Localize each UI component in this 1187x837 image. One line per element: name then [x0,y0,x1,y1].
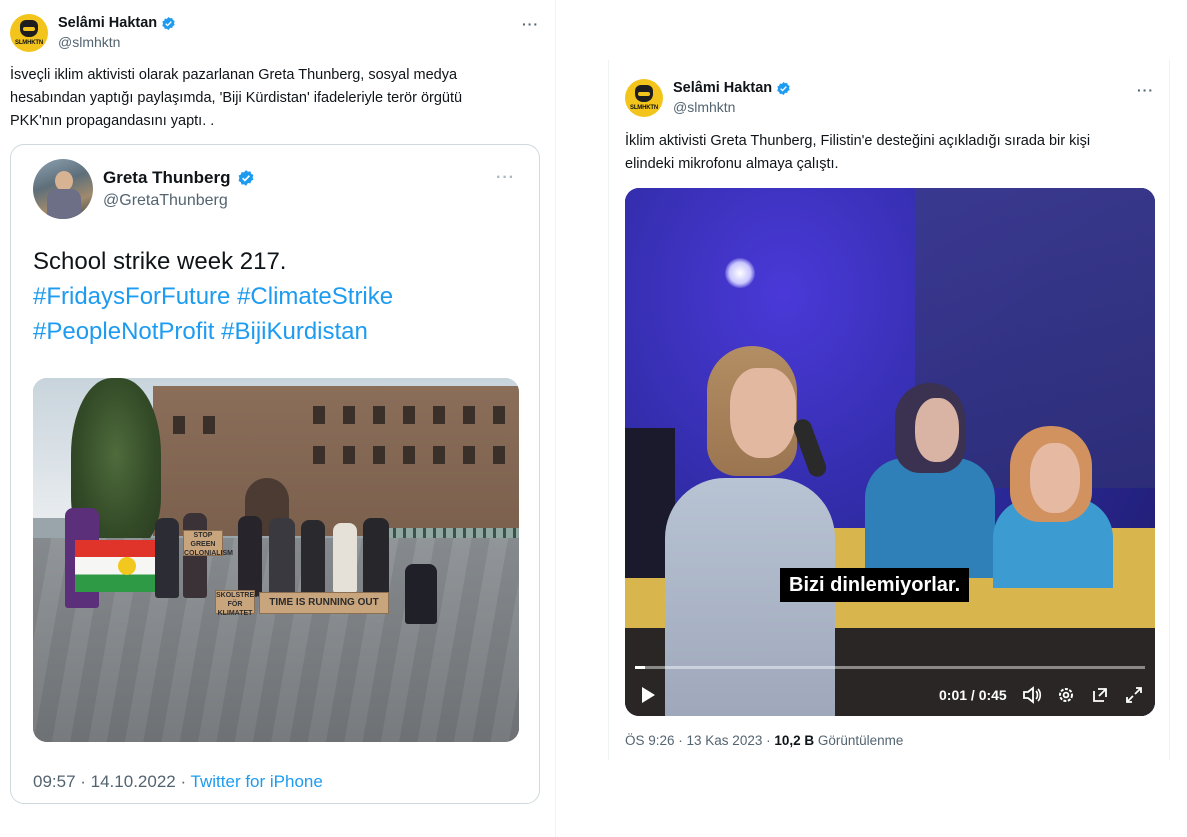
tweet-text-line: elindeki mikrofonu almaya çalıştı. [625,156,839,172]
protest-sign: TIME IS RUNNING OUT [259,592,389,614]
hashtag: #FridaysForFuture [33,283,231,310]
embed-source: Twitter for iPhone [190,772,323,791]
author-name-text[interactable]: Selâmi Haktan [58,15,157,31]
hashtag: #BijiKurdistan [221,318,368,345]
more-options-icon[interactable]: ··· [1137,82,1154,98]
verified-icon [162,16,175,30]
author-name[interactable]: Selâmi Haktan [673,80,791,96]
tweet-author[interactable]: SLMHKTN Selâmi Haktan @slmhktn [625,79,791,117]
tweet-author[interactable]: SLMHKTN Selâmi Haktan @slmhktn [10,14,176,52]
protest-sign: STOP GREEN COLONIALISM [183,530,233,557]
stage-light [725,258,755,288]
settings-icon[interactable] [1055,684,1077,706]
hashtag: #ClimateStrike [237,283,394,310]
tweet-text-line: PKK'nın propagandasını yaptı. . [10,113,215,129]
protest-sign: SKOLSTREJK FÖR KLIMATET [215,590,264,617]
author-name-text[interactable]: Selâmi Haktan [673,80,772,96]
volume-icon[interactable] [1021,684,1043,706]
author-name[interactable]: Selâmi Haktan [58,15,176,31]
right-tweet: SLMHKTN Selâmi Haktan @slmhktn ··· İklim… [608,60,1170,760]
view-count: 10,2 B [774,733,815,748]
play-icon[interactable] [637,684,659,706]
tweet-text-line: İklim aktivisti Greta Thunberg, Filistin… [625,133,1091,149]
tweet-timestamp[interactable]: ÖS 9:26 · 13 Kas 2023 · [625,733,774,748]
embed-more-icon: ··· [496,169,515,186]
embedded-tweet-image[interactable]: Greta Thunberg @GretaThunberg ··· School… [10,144,540,804]
author-handle[interactable]: @slmhktn [58,34,176,50]
avatar-logo-text: SLMHKTN [15,40,43,46]
video-subtitle: Bizi dinlemiyorlar. [780,568,970,602]
embed-author-handle: @GretaThunberg [103,192,228,209]
view-count-label: Görüntülenme [814,733,904,748]
embed-footer: 09:57 · 14.10.2022 · Twitter for iPhone [33,772,323,792]
hashtag: #PeopleNotProfit [33,318,215,345]
tweet-text: İklim aktivisti Greta Thunberg, Filistin… [625,130,1090,176]
embed-timestamp: 09:57 · 14.10.2022 · [33,772,191,791]
tweet-text-line: İsveçli iklim aktivisti olarak pazarlana… [10,67,458,83]
avatar[interactable]: SLMHKTN [625,79,663,117]
video-progress-bar[interactable] [635,666,1145,669]
fullscreen-icon[interactable] [1123,684,1145,706]
embed-author-name: Greta Thunberg [103,168,255,188]
embed-avatar [33,159,93,219]
verified-icon [777,81,790,95]
author-handle[interactable]: @slmhktn [673,99,791,115]
avatar-logo-text: SLMHKTN [630,105,658,111]
video-player[interactable]: Bizi dinlemiyorlar. 0:01 / 0:45 [625,188,1155,716]
tweet-text-line: hesabından yaptığı paylaşımda, 'Biji Kür… [10,90,463,106]
video-controls: 0:01 / 0:45 [625,678,1155,712]
more-options-icon[interactable]: ··· [522,16,539,32]
video-time: 0:01 / 0:45 [939,687,1007,703]
embed-tweet-text: School strike week 217. #FridaysForFutur… [33,244,393,349]
protest-photo: STOP GREEN COLONIALISM SKOLSTREJK FÖR KL… [33,378,519,742]
tweet-text: İsveçli iklim aktivisti olarak pazarlana… [10,64,462,133]
embed-author-name-text: Greta Thunberg [103,168,231,187]
tweet-meta: ÖS 9:26 · 13 Kas 2023 · 10,2 B Görüntüle… [625,733,903,748]
avatar[interactable]: SLMHKTN [10,14,48,52]
pip-icon[interactable] [1089,684,1111,706]
embed-text-line: School strike week 217. [33,248,287,275]
left-tweet: SLMHKTN Selâmi Haktan @slmhktn ··· İsveç… [0,0,556,837]
video-progress-fill [635,666,646,669]
verified-icon [238,170,253,186]
